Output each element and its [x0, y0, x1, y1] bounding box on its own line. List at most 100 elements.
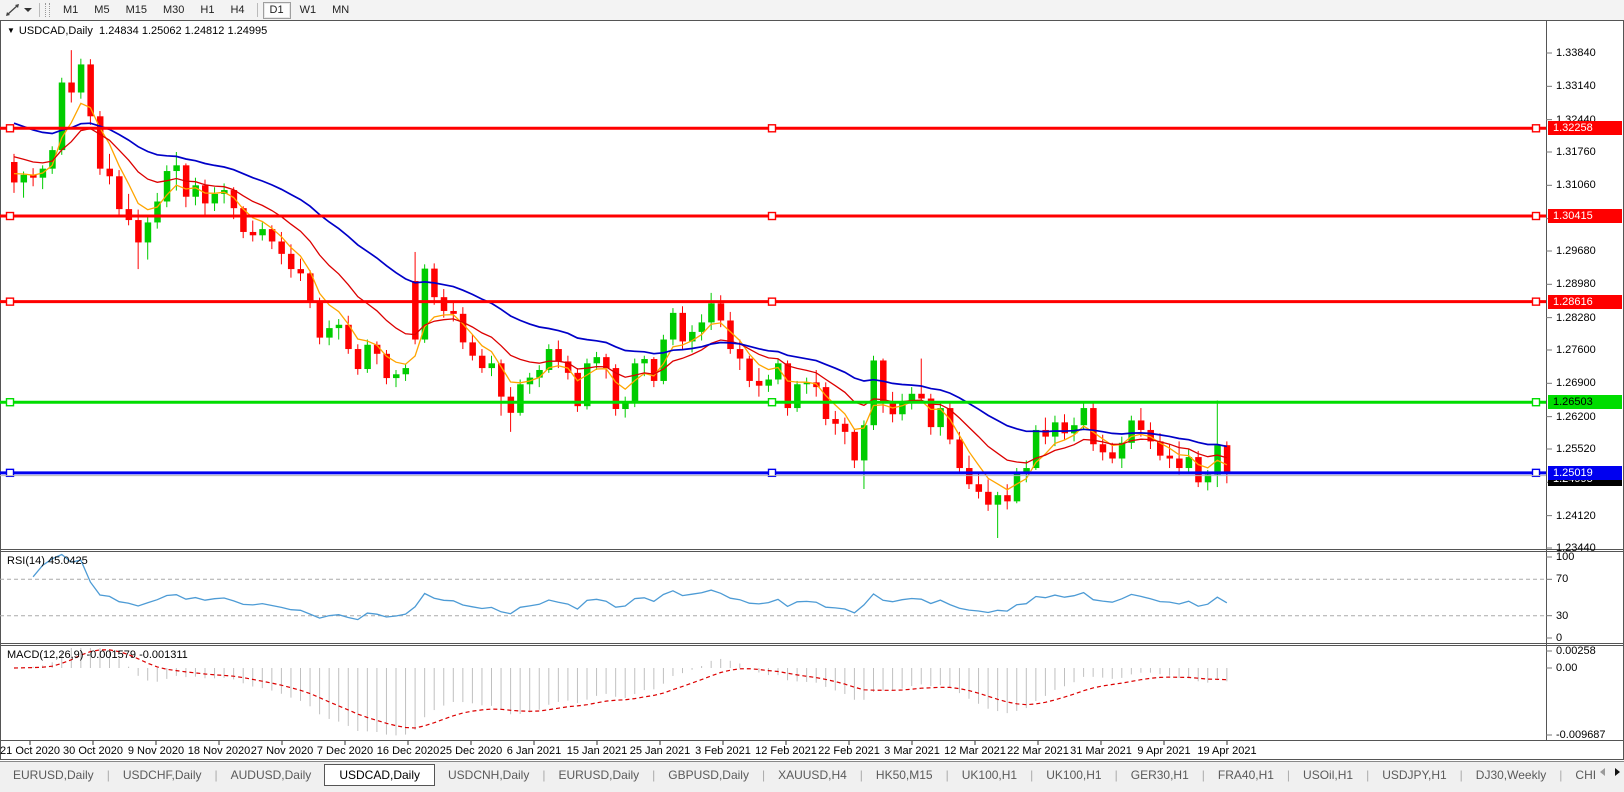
candle-body — [488, 363, 495, 369]
macd-tick: 0.00258 — [1556, 645, 1596, 657]
line-handle[interactable] — [5, 124, 15, 133]
candle-body — [249, 231, 257, 236]
candle-body — [287, 253, 295, 270]
date-tick-label: 9 Apr 2021 — [1137, 745, 1191, 757]
chart-tab-eurusd[interactable]: EURUSD,Daily — [545, 765, 652, 785]
timeframe-button-m15[interactable]: M15 — [119, 2, 154, 19]
candle-body — [421, 268, 429, 340]
chart-tab-audusd[interactable]: AUDUSD,Daily — [218, 765, 325, 785]
candle-body — [507, 396, 515, 413]
tabs-scroll-right-icon[interactable] — [1615, 768, 1620, 776]
candle-body — [851, 431, 858, 461]
chart-ohlc-values: 1.24834 1.25062 1.24812 1.24995 — [99, 25, 268, 37]
chart-tab-xauusd[interactable]: XAUUSD,H4 — [765, 765, 860, 785]
candle-body — [1013, 472, 1021, 502]
candle-body — [1166, 455, 1174, 459]
chart-tab-eurusd[interactable]: EURUSD,Daily — [0, 765, 107, 785]
rsi-tick: 100 — [1556, 551, 1575, 563]
timeframe-button-m1[interactable]: M1 — [56, 2, 85, 19]
candle-body — [679, 312, 686, 342]
candle-body — [364, 344, 371, 370]
date-tick-label: 19 Apr 2021 — [1197, 745, 1257, 757]
candle-body — [841, 423, 849, 432]
timeframe-button-w1[interactable]: W1 — [293, 2, 324, 19]
chart-tab-usdjpy[interactable]: USDJPY,H1 — [1369, 765, 1459, 785]
candle-body — [402, 368, 410, 375]
date-tick-label: 16 Dec 2020 — [376, 745, 440, 757]
chart-tab-dj30[interactable]: DJ30,Weekly — [1463, 765, 1559, 785]
toolbar-separator — [39, 3, 40, 17]
candle-body — [918, 393, 925, 399]
chart-tab-uk100[interactable]: UK100,H1 — [1033, 765, 1114, 785]
line-handle[interactable] — [767, 398, 777, 407]
line-handle[interactable] — [767, 297, 777, 306]
trendline-cursor-tool-icon[interactable] — [2, 2, 22, 18]
chart-tab-usdchf[interactable]: USDCHF,Daily — [110, 765, 215, 785]
price-tick: 1.28280 — [1556, 311, 1596, 324]
timeframe-button-h1[interactable]: H1 — [193, 2, 221, 19]
candle-body — [116, 176, 123, 210]
chart-canvas — [0, 20, 1624, 760]
candle-body — [717, 303, 725, 321]
candle-body — [278, 241, 285, 254]
line-handle[interactable] — [1531, 211, 1541, 221]
timeframe-toolbar: M1 M5 M15 M30 H1 H4 D1 W1 MN — [0, 0, 1624, 21]
chart-tab-uk100[interactable]: UK100,H1 — [949, 765, 1030, 785]
toolbar-grip-handle[interactable] — [45, 3, 50, 17]
candle-body — [230, 190, 238, 209]
chart-tab-usdcnh[interactable]: USDCNH,Daily — [435, 765, 542, 785]
date-tick-label: 22 Mar 2021 — [1007, 745, 1069, 757]
chart-tab-hk50[interactable]: HK50,M15 — [863, 765, 946, 785]
macd-indicator-label: MACD(12,26,9) -0.001579 -0.001311 — [7, 649, 188, 661]
chart-symbol-label: USDCAD,Daily — [18, 25, 93, 37]
date-tick-label: 31 Mar 2021 — [1070, 745, 1132, 757]
level-price-tag: 1.26503 — [1548, 395, 1622, 410]
date-tick-label: 30 Oct 2020 — [63, 745, 123, 757]
date-tick-label: 3 Feb 2021 — [695, 745, 751, 757]
candle-body — [708, 303, 715, 323]
chart-tab-ger30[interactable]: GER30,H1 — [1118, 765, 1202, 785]
timeframe-button-m30[interactable]: M30 — [156, 2, 191, 19]
line-handle[interactable] — [5, 398, 15, 407]
line-handle[interactable] — [767, 124, 777, 133]
line-handle[interactable] — [1531, 398, 1541, 407]
candle-body — [316, 301, 324, 338]
chart-tab-china300[interactable]: CHINA300,H1 — [1562, 765, 1596, 785]
chart-tab-gbpusd[interactable]: GBPUSD,Daily — [655, 765, 762, 785]
timeframe-button-m5[interactable]: M5 — [87, 2, 116, 19]
date-tick-label: 25 Dec 2020 — [439, 745, 503, 757]
line-handle[interactable] — [1531, 297, 1541, 306]
chart-tab-bar: EURUSD,Daily | USDCHF,Daily | AUDUSD,Daily US… — [0, 761, 1624, 792]
candle-body — [765, 379, 772, 386]
level-price-tag: 1.28616 — [1548, 294, 1622, 309]
candle-body — [870, 360, 877, 426]
price-tick: 1.26200 — [1556, 410, 1596, 423]
date-tick-label: 22 Feb 2021 — [818, 745, 880, 757]
price-tick: 1.27600 — [1556, 343, 1596, 356]
timeframe-button-h4[interactable]: H4 — [223, 2, 251, 19]
date-tick-label: 27 Nov 2020 — [250, 745, 314, 757]
timeframe-button-mn[interactable]: MN — [325, 2, 356, 19]
line-handle[interactable] — [1531, 124, 1541, 133]
candle-body — [106, 168, 113, 177]
chart-tab-usdcad[interactable]: USDCAD,Daily — [324, 764, 435, 786]
line-handle[interactable] — [767, 211, 777, 221]
candle-body — [68, 82, 75, 93]
timeframe-button-d1[interactable]: D1 — [262, 1, 291, 19]
candle-body — [985, 491, 992, 505]
tabs-scroll-left-icon[interactable] — [1600, 768, 1605, 776]
tool-dropdown-caret-icon[interactable] — [24, 8, 32, 12]
line-handle[interactable] — [5, 297, 15, 306]
candle-body — [1128, 420, 1135, 443]
symbol-dropdown-icon[interactable]: ▼ — [7, 26, 15, 35]
candle-body — [459, 313, 467, 343]
line-handle[interactable] — [5, 211, 15, 221]
candle-body — [412, 280, 419, 340]
chart-tab-fra40[interactable]: FRA40,H1 — [1205, 765, 1287, 785]
chart-tab-usoil[interactable]: USOil,H1 — [1290, 765, 1366, 785]
candle-body — [746, 358, 753, 381]
candle-body — [335, 324, 343, 329]
candle-body — [211, 193, 219, 204]
chart-area[interactable]: ▼ USDCAD,Daily 1.24834 1.25062 1.24812 1.… — [0, 20, 1624, 760]
date-tick-label: 15 Jan 2021 — [566, 745, 628, 757]
